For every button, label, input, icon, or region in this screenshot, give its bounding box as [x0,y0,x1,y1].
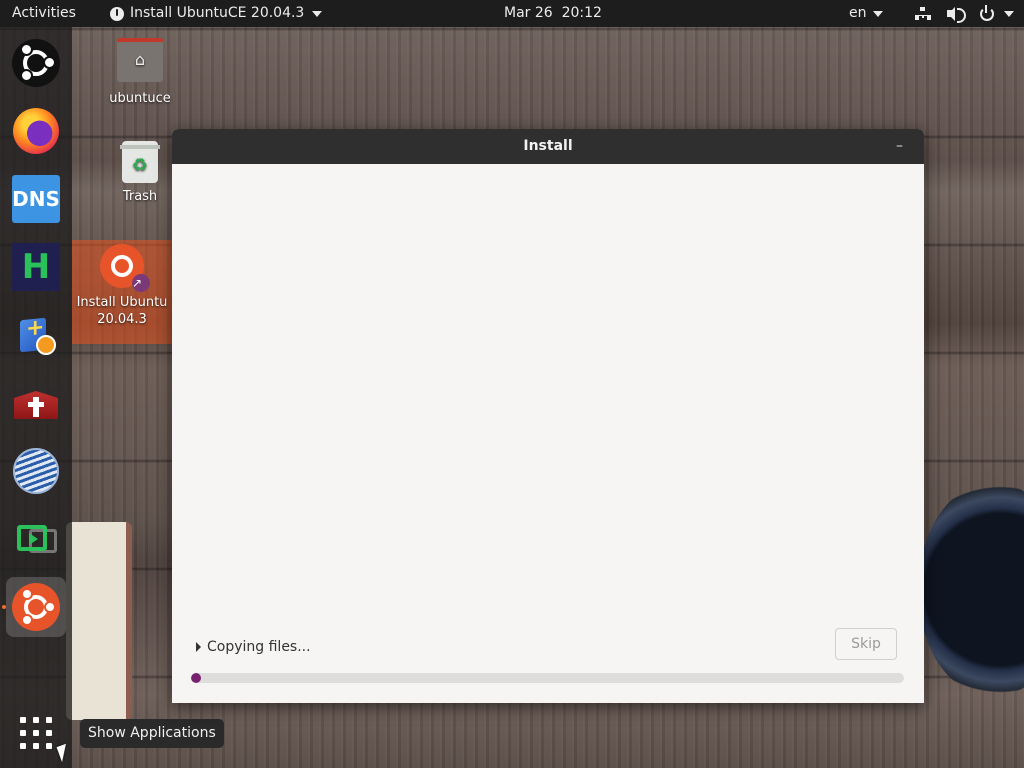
wallpaper-phone [66,522,132,720]
ubuntu-installer-icon [12,583,60,631]
bible-blue-icon [16,315,56,355]
desktop-icon-label: Install Ubuntu 20.04.3 [76,295,168,327]
window-titlebar[interactable]: Install – [172,129,924,164]
shortcut-arrow-icon: ↗ [132,274,150,292]
details-expander[interactable]: Copying files... [196,639,311,655]
dock-item-bible-red[interactable] [6,373,66,433]
dock-item-firefox[interactable] [6,101,66,161]
bible-red-icon [12,383,60,423]
firefox-icon [13,108,59,154]
expander-arrow-icon [196,642,201,652]
top-bar: Activities Install UbuntuCE 20.04.3 Mar … [0,0,1024,27]
dock-item-hexchat[interactable]: H [6,237,66,297]
dns-icon: DNS [12,175,60,223]
language-label: en [849,5,867,21]
running-indicator [2,605,6,609]
home-folder-icon [117,38,163,82]
app-menu[interactable]: Install UbuntuCE 20.04.3 [110,0,323,27]
clock[interactable]: Mar 26 20:12 [504,0,602,27]
ubuntu-logo-icon [12,39,60,87]
app-grid-icon [20,717,52,749]
dock-item-media[interactable] [6,509,66,569]
chevron-down-icon [872,10,883,17]
desktop-icon-label: ubuntuce [109,91,171,106]
hexchat-icon: H [12,243,60,291]
install-window: Install – Copying files... Skip [172,129,924,703]
install-content: Copying files... Skip [172,164,924,703]
chevron-down-icon [1004,10,1014,17]
media-icon [13,519,59,559]
globe-icon [13,448,59,494]
status-text: Copying files... [207,639,311,655]
dock-item-globe[interactable] [6,441,66,501]
dock-item-installer[interactable] [2,577,66,637]
progress-fill [191,673,201,683]
minimize-button[interactable]: – [896,138,910,154]
ubuntu-installer-icon: ↗ [100,244,150,292]
language-indicator[interactable]: en [849,0,883,27]
power-icon [978,0,996,27]
dock-item-ubuntu[interactable] [6,33,66,93]
desktop-icon-installer[interactable]: ↗ Install Ubuntu 20.04.3 [72,240,172,344]
window-title: Install [523,138,573,154]
desktop-icon-home[interactable]: ubuntuce [90,38,190,106]
skip-button[interactable]: Skip [835,628,897,660]
dock: DNS H [0,27,72,768]
volume-icon [946,0,966,27]
wallpaper-mug [918,482,1024,697]
chevron-down-icon [312,10,323,17]
trash-icon [120,141,160,183]
install-progress-bar [191,673,904,683]
installer-app-icon [110,6,124,21]
activities-button[interactable]: Activities [12,0,76,27]
system-status-menu[interactable] [914,0,1014,27]
show-applications-button[interactable] [6,703,66,763]
network-icon [914,0,932,27]
app-menu-label: Install UbuntuCE 20.04.3 [130,5,305,21]
dock-item-bible-blue[interactable] [6,305,66,365]
show-applications-tooltip: Show Applications [80,719,224,748]
dock-item-dns[interactable]: DNS [6,169,66,229]
